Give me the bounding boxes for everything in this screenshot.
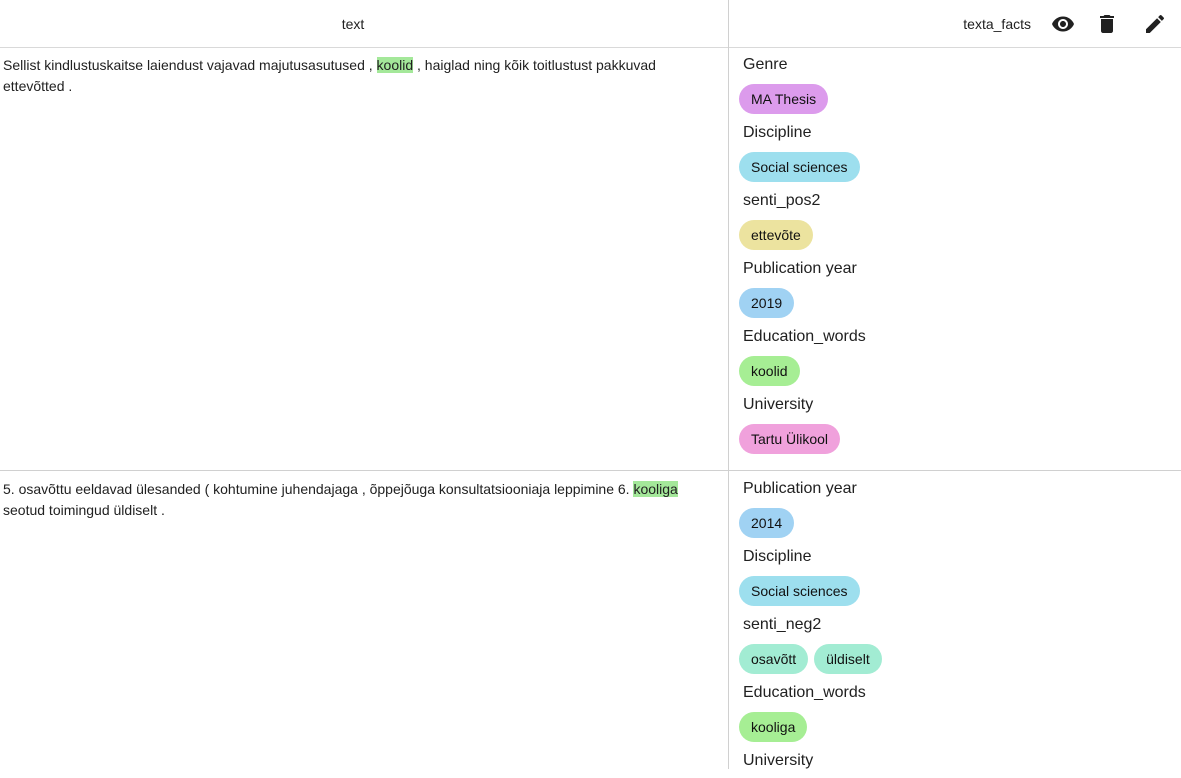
fact-chip[interactable]: Social sciences [739, 576, 860, 606]
fact-chip[interactable]: ettevõte [739, 220, 813, 250]
facts-cell: Publication year 2014 Discipline Social … [739, 472, 1179, 778]
fact-name-university: University [743, 752, 814, 769]
table-header: text texta_facts [0, 0, 1181, 48]
fact-chip[interactable]: koolid [739, 356, 800, 386]
fact-chip[interactable]: Social sciences [739, 152, 860, 182]
highlighted-fact[interactable]: kooliga [633, 481, 678, 497]
fact-chip[interactable]: MA Thesis [739, 84, 829, 114]
table-row: 5. osavõttu eeldavad ülesanded ( kohtumi… [0, 472, 1181, 769]
facts-cell: Genre MA Thesis Discipline Social scienc… [739, 48, 1179, 456]
fact-name-publication-year: Publication year [743, 260, 857, 277]
results-table: text texta_facts Sellist kindlustuskaits… [0, 0, 1181, 769]
fact-name-senti-neg2: senti_neg2 [743, 616, 822, 633]
fact-chip[interactable]: kooliga [739, 712, 808, 742]
highlighted-fact[interactable]: koolid [376, 57, 414, 73]
fact-name-publication-year: Publication year [743, 480, 857, 497]
column-header-text[interactable]: text [0, 0, 706, 47]
text-cell: Sellist kindlustuskaitse laiendust vajav… [3, 55, 715, 97]
fact-chip[interactable]: 2014 [739, 508, 795, 538]
text-after: seotud toimingud üldiselt . [3, 502, 165, 518]
fact-name-university: University [743, 396, 814, 413]
pencil-icon[interactable] [1131, 0, 1179, 47]
fact-name-senti-pos2: senti_pos2 [743, 192, 821, 209]
fact-name-discipline: Discipline [743, 548, 812, 565]
column-header-facts: texta_facts [729, 0, 1181, 47]
table-row: Sellist kindlustuskaitse laiendust vajav… [0, 48, 1181, 471]
text-before: 5. osavõttu eeldavad ülesanded ( kohtumi… [3, 481, 634, 497]
fact-chip[interactable]: Tartu Ülikool [739, 424, 841, 454]
fact-name-education-words: Education_words [743, 328, 866, 345]
text-before: Sellist kindlustuskaitse laiendust vajav… [3, 57, 377, 73]
fact-name-education-words: Education_words [743, 684, 866, 701]
text-cell: 5. osavõttu eeldavad ülesanded ( kohtumi… [3, 479, 715, 521]
fact-chip[interactable]: osavõtt [739, 644, 809, 674]
fact-name-discipline: Discipline [743, 124, 812, 141]
trash-icon[interactable] [1083, 0, 1131, 47]
fact-chip[interactable]: üldiselt [814, 644, 882, 674]
fact-chip[interactable]: 2019 [739, 288, 795, 318]
eye-icon[interactable] [1043, 0, 1083, 47]
fact-name-genre: Genre [743, 56, 788, 73]
column-header-facts-label[interactable]: texta_facts [963, 16, 1031, 32]
